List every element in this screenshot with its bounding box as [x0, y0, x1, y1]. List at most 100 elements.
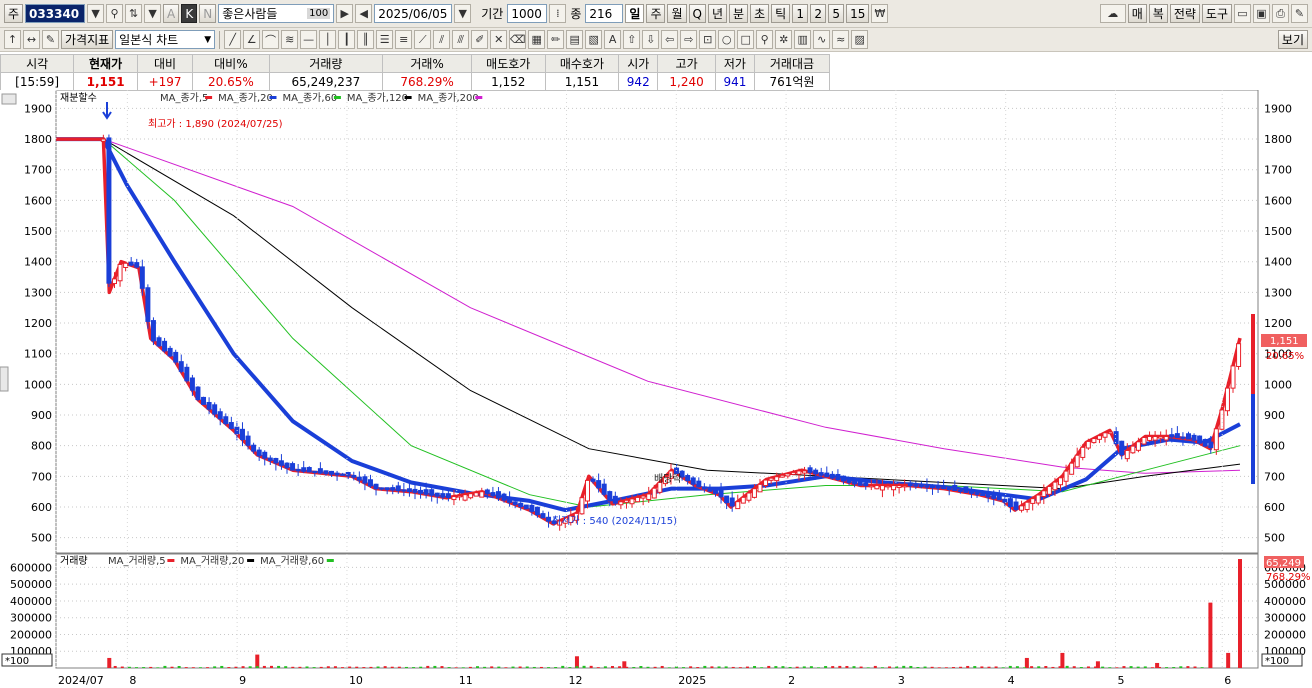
view-button[interactable]: 보기 — [1277, 30, 1308, 49]
period-input[interactable]: 1000 — [507, 4, 548, 23]
k-button[interactable]: K — [181, 4, 198, 23]
candle-body — [874, 485, 880, 490]
won-icon[interactable]: ₩ — [871, 4, 889, 23]
chevron-down-icon[interactable]: ▼ — [454, 4, 472, 23]
arrow-down-icon[interactable]: ⇩ — [642, 30, 660, 49]
search-icon[interactable]: ⚲ — [106, 4, 124, 23]
price-chart[interactable]: 500 600 700 800 900 1000 1100 1200 1300 1400 1500 1… — [0, 90, 1312, 688]
wrench-icon[interactable]: ✎ — [1291, 4, 1308, 23]
chart-type-select[interactable]: 일본식 차트 ▼ — [115, 30, 216, 49]
cycle-tick[interactable]: 틱 — [771, 4, 791, 23]
fibonacci-retracement-icon[interactable]: ☰ — [376, 30, 394, 49]
volume-bar-small — [753, 666, 757, 668]
eraser-icon[interactable]: ⌫ — [509, 30, 527, 49]
candle-body — [429, 489, 435, 496]
volume-bar-small — [866, 667, 870, 668]
speed-line-icon[interactable]: ⟋ — [414, 30, 432, 49]
cloud-icon[interactable]: ☁ — [1099, 4, 1126, 23]
wave2-icon[interactable]: ≈ — [832, 30, 850, 49]
square-icon[interactable]: □ — [737, 30, 755, 49]
fan-tool-icon[interactable]: ≋ — [281, 30, 299, 49]
note-icon[interactable]: ▤ — [566, 30, 584, 49]
save-icon[interactable]: ▣ — [1253, 4, 1270, 23]
cycle-2[interactable]: 2 — [810, 4, 827, 23]
cycle-week[interactable]: 주 — [646, 4, 666, 23]
brush-icon[interactable]: ✏ — [547, 30, 565, 49]
tools-button[interactable]: 도구 — [1201, 4, 1232, 23]
folder-icon[interactable]: ▭ — [1234, 4, 1251, 23]
chevron-down-icon[interactable]: ▼ — [144, 4, 162, 23]
x-tick-label: 5 — [1117, 674, 1124, 687]
stock-name-field[interactable]: 좋은사람들 100 — [218, 4, 335, 23]
volume-bar-small — [326, 666, 330, 668]
candle-body — [162, 340, 168, 352]
candle-body — [217, 411, 223, 420]
quote-bid: 1,151 — [544, 72, 620, 91]
cycle-15[interactable]: 15 — [846, 4, 870, 23]
edit-icon[interactable]: ✎ — [42, 30, 59, 49]
gann-icon[interactable]: ≡ — [395, 30, 413, 49]
buy-button[interactable]: 매 — [1127, 4, 1147, 23]
cross-icon[interactable]: ✕ — [490, 30, 508, 49]
angle-tool-icon[interactable]: ∠ — [243, 30, 261, 49]
candle-body — [546, 516, 552, 522]
chevron-down-icon[interactable]: ▼ — [87, 4, 105, 23]
arc-tool-icon[interactable]: ⌒ — [262, 30, 280, 49]
parallel-line-icon[interactable]: ⫽ — [433, 30, 451, 49]
a-button[interactable]: A — [163, 4, 180, 23]
chart-icon[interactable]: ▥ — [794, 30, 812, 49]
n-button[interactable]: N — [199, 4, 217, 23]
color-icon[interactable]: ▦ — [528, 30, 546, 49]
tag-icon[interactable]: ⊡ — [699, 30, 717, 49]
wave-icon[interactable]: ∿ — [813, 30, 831, 49]
text-icon[interactable]: A — [604, 30, 622, 49]
candle-body — [351, 474, 357, 478]
pencil-icon[interactable]: ✐ — [471, 30, 489, 49]
candle-body — [501, 493, 507, 501]
copy-button[interactable]: 복 — [1148, 4, 1168, 23]
arrows-horizontal-icon[interactable]: ↔ — [23, 30, 40, 49]
image-icon[interactable]: ▧ — [585, 30, 603, 49]
market-type-button[interactable]: 주 — [4, 4, 24, 23]
cycle-quarter[interactable]: Q — [688, 4, 706, 23]
circle-icon[interactable]: ○ — [718, 30, 736, 49]
date-input[interactable]: 2025/06/05 — [374, 4, 453, 23]
price-legend-swatch — [269, 96, 277, 99]
settings-icon[interactable]: ✲ — [775, 30, 793, 49]
strategy-button[interactable]: 전략 — [1169, 4, 1200, 23]
grid-icon[interactable]: ⁞ — [549, 4, 567, 23]
cycle-minute[interactable]: 분 — [729, 4, 749, 23]
zoom-icon[interactable]: ⚲ — [756, 30, 774, 49]
cycle-1[interactable]: 1 — [792, 4, 809, 23]
play-next-icon[interactable]: ▶ — [336, 4, 354, 23]
volume-bar-small — [994, 666, 998, 668]
cycle-year[interactable]: 년 — [707, 4, 728, 23]
image-tool-icon[interactable]: ▨ — [851, 30, 869, 49]
print-icon[interactable]: ⎙ — [1272, 4, 1289, 23]
play-prev-icon[interactable]: ◀ — [355, 4, 373, 23]
count-input[interactable]: 216 — [585, 4, 624, 23]
cycle-day[interactable]: 일 — [625, 4, 645, 23]
cycle-lines-icon[interactable]: ┃ — [338, 30, 356, 49]
collapse-arrows-icon[interactable] — [1, 93, 17, 105]
vertical-line-icon[interactable]: │ — [319, 30, 337, 49]
price-tag-pct: 20.65% — [1266, 351, 1304, 362]
sort-icon[interactable]: ⇅ — [125, 4, 143, 23]
arrow-left-icon[interactable]: ⇦ — [661, 30, 679, 49]
fibonacci-time-icon[interactable]: ║ — [357, 30, 375, 49]
arrow-right-icon[interactable]: ⇨ — [680, 30, 698, 49]
cycle-month[interactable]: 월 — [667, 4, 687, 23]
line-tool-icon[interactable]: ╱ — [224, 30, 242, 49]
volume-bar-small — [589, 665, 593, 668]
cycle-5[interactable]: 5 — [828, 4, 845, 23]
price-indicator-button[interactable]: 가격지표 — [61, 30, 114, 49]
horizontal-line-icon[interactable]: — — [300, 30, 318, 49]
channel-icon[interactable]: ⫻ — [452, 30, 470, 49]
volume-bar-small — [255, 666, 259, 668]
side-panel-toggle-icon[interactable] — [0, 366, 9, 392]
arrow-up-icon[interactable]: ↑ — [4, 30, 21, 49]
cycle-second[interactable]: 초 — [750, 4, 770, 23]
candle-body — [857, 480, 863, 486]
arrow-up-icon[interactable]: ⇧ — [623, 30, 641, 49]
stock-code-input[interactable]: 033340 — [25, 4, 86, 23]
